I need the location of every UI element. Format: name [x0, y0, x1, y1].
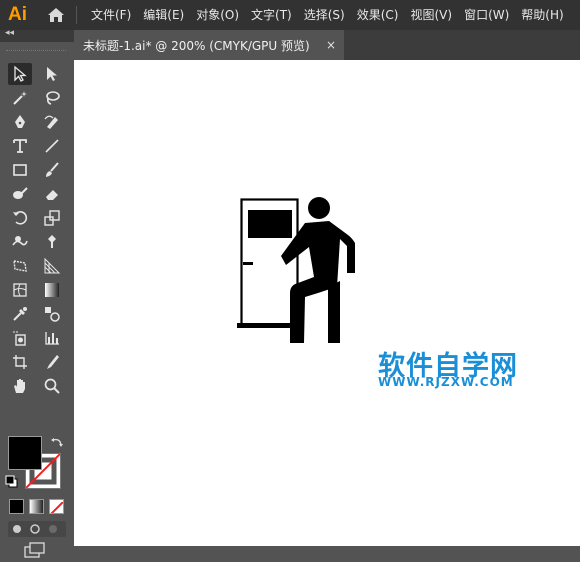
menu-window[interactable]: 窗口(W)	[458, 0, 515, 30]
selection-tool-icon[interactable]	[8, 63, 32, 85]
screen-mode-icon[interactable]	[24, 542, 46, 562]
scale-tool-icon[interactable]	[40, 207, 64, 229]
eyedropper-icon[interactable]	[8, 303, 32, 325]
document-tab-strip: 未标题-1.ai* @ 200% (CMYK/GPU 预览) ×	[74, 30, 580, 60]
panel-grip[interactable]	[6, 50, 66, 53]
menu-type[interactable]: 文字(T)	[245, 0, 298, 30]
menu-file[interactable]: 文件(F)	[85, 0, 137, 30]
slice-tool-icon[interactable]	[40, 351, 64, 373]
eraser-icon[interactable]	[40, 183, 64, 205]
column-graph-icon[interactable]	[40, 327, 64, 349]
watermark-url: WWW.RJZXW.COM	[378, 375, 514, 389]
app-logo: Ai	[8, 4, 27, 25]
free-transform-icon[interactable]	[8, 255, 32, 277]
gradient-tool-icon[interactable]	[40, 279, 64, 301]
exit-sign-artwork[interactable]	[236, 193, 364, 345]
curvature-tool-icon[interactable]	[40, 111, 64, 133]
menu-edit[interactable]: 编辑(E)	[137, 0, 190, 30]
tools-panel: ◂◂	[0, 28, 74, 558]
warp-tool-icon[interactable]	[8, 231, 32, 253]
menu-view[interactable]: 视图(V)	[404, 0, 458, 30]
rotate-tool-icon[interactable]	[8, 207, 32, 229]
close-icon[interactable]: ×	[326, 38, 336, 52]
zoom-tool-icon[interactable]	[40, 375, 64, 397]
swap-colors-icon[interactable]	[50, 435, 64, 454]
perspective-grid-icon[interactable]	[40, 255, 64, 277]
direct-selection-tool-icon[interactable]	[40, 63, 64, 85]
menu-effect[interactable]: 效果(C)	[351, 0, 405, 30]
menu-list: 文件(F) 编辑(E) 对象(O) 文字(T) 选择(S) 效果(C) 视图(V…	[85, 0, 570, 30]
puppet-warp-icon[interactable]	[40, 231, 64, 253]
home-icon[interactable]	[44, 0, 68, 30]
draw-mode-icons[interactable]	[8, 521, 66, 537]
lasso-icon[interactable]	[40, 87, 64, 109]
blend-tool-icon[interactable]	[40, 303, 64, 325]
collapse-icon[interactable]: ◂◂	[5, 28, 14, 38]
symbol-sprayer-icon[interactable]	[8, 327, 32, 349]
tools-panel-header: ◂◂	[0, 28, 74, 42]
artboard-tool-icon[interactable]	[8, 351, 32, 373]
gradient-mode-button[interactable]	[29, 499, 44, 514]
document-tab[interactable]: 未标题-1.ai* @ 200% (CMYK/GPU 预览) ×	[74, 30, 344, 60]
line-tool-icon[interactable]	[40, 135, 64, 157]
mesh-tool-icon[interactable]	[8, 279, 32, 301]
document-tab-title: 未标题-1.ai* @ 200% (CMYK/GPU 预览)	[83, 38, 310, 53]
menu-object[interactable]: 对象(O)	[190, 0, 245, 30]
menu-help[interactable]: 帮助(H)	[515, 0, 569, 30]
color-mode-button[interactable]	[9, 499, 24, 514]
none-mode-button[interactable]	[49, 499, 64, 514]
none-icon	[50, 501, 63, 513]
paintbrush-icon[interactable]	[40, 159, 64, 181]
menu-divider	[76, 6, 77, 24]
magic-wand-icon[interactable]	[8, 87, 32, 109]
fill-color-swatch[interactable]	[8, 436, 42, 470]
artboard-canvas[interactable]: 软件自学网 WWW.RJZXW.COM	[74, 60, 580, 546]
menu-bar: Ai 文件(F) 编辑(E) 对象(O) 文字(T) 选择(S) 效果(C) 视…	[0, 0, 580, 30]
default-colors-icon[interactable]	[5, 474, 19, 493]
hand-tool-icon[interactable]	[8, 375, 32, 397]
drawing-modes-bar	[8, 521, 66, 537]
pen-tool-icon[interactable]	[8, 111, 32, 133]
blob-brush-icon[interactable]	[8, 183, 32, 205]
menu-select[interactable]: 选择(S)	[298, 0, 351, 30]
type-tool-icon[interactable]	[8, 135, 32, 157]
rectangle-tool-icon[interactable]	[8, 159, 32, 181]
